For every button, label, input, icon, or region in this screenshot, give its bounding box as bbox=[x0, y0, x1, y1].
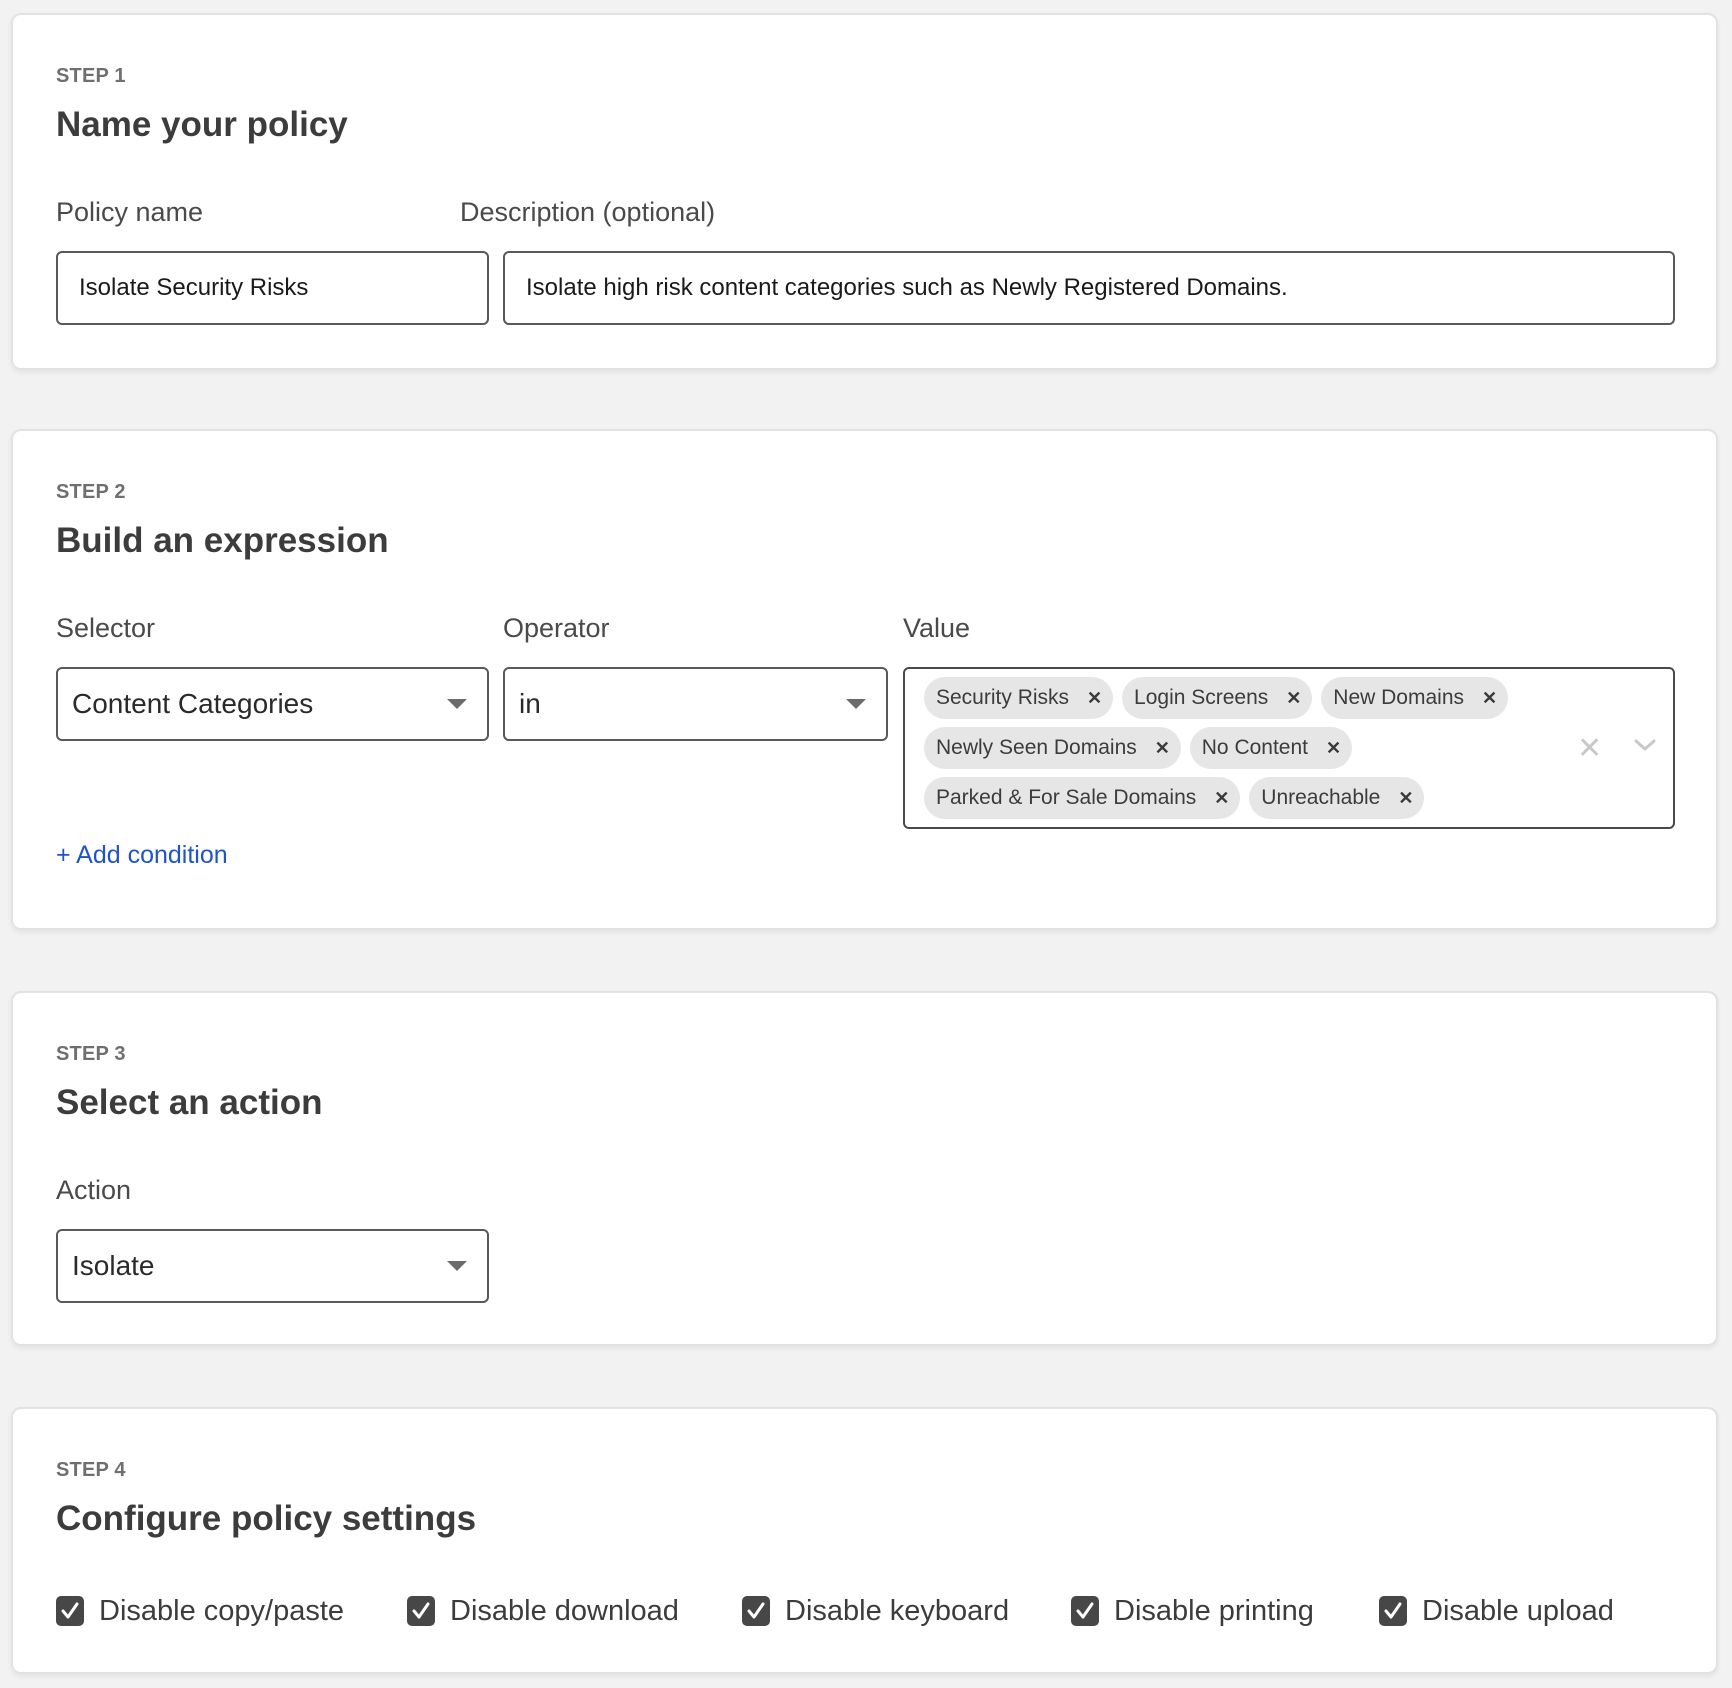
step2-card: STEP 2 Build an expression Selector Oper… bbox=[11, 429, 1718, 930]
checkbox-checked-icon[interactable] bbox=[56, 1596, 84, 1626]
step-label: STEP 3 bbox=[56, 1043, 126, 1065]
tag-label: Security Risks bbox=[936, 686, 1070, 709]
policy-name-label: Policy name bbox=[56, 197, 204, 227]
checkbox-label: Disable printing bbox=[1114, 1594, 1314, 1627]
remove-tag-icon[interactable]: ✕ bbox=[1398, 788, 1413, 809]
value-label: Value bbox=[903, 613, 971, 643]
policy-name-value: Isolate Security Risks bbox=[79, 274, 309, 301]
disable-copy-paste-checkbox[interactable]: Disable copy/paste bbox=[56, 1594, 344, 1628]
value-tag: Unreachable ✕ bbox=[1249, 777, 1425, 819]
section-title: Name your policy bbox=[56, 105, 348, 144]
remove-tag-icon[interactable]: ✕ bbox=[1214, 788, 1229, 809]
description-label: Description (optional) bbox=[460, 197, 716, 227]
tag-label: New Domains bbox=[1333, 686, 1465, 709]
caret-down-icon bbox=[447, 1261, 467, 1271]
checkbox-label: Disable copy/paste bbox=[99, 1594, 345, 1627]
disable-keyboard-checkbox[interactable]: Disable keyboard bbox=[742, 1594, 1009, 1628]
action-label: Action bbox=[56, 1175, 132, 1205]
value-tag: Parked & For Sale Domains ✕ bbox=[924, 777, 1241, 819]
disable-upload-checkbox[interactable]: Disable upload bbox=[1379, 1594, 1614, 1628]
checkbox-label: Disable download bbox=[450, 1594, 679, 1627]
checkbox-label: Disable keyboard bbox=[785, 1594, 1010, 1627]
step4-card: STEP 4 Configure policy settings Disable… bbox=[11, 1407, 1718, 1674]
value-tag: New Domains ✕ bbox=[1321, 677, 1509, 719]
step-label: STEP 1 bbox=[56, 65, 126, 87]
operator-dropdown[interactable]: in bbox=[503, 667, 888, 741]
chevron-down-icon[interactable] bbox=[1631, 731, 1659, 759]
operator-value: in bbox=[519, 688, 541, 719]
caret-down-icon bbox=[846, 699, 866, 709]
disable-download-checkbox[interactable]: Disable download bbox=[407, 1594, 679, 1628]
step1-card: STEP 1 Name your policy Policy name Desc… bbox=[11, 13, 1718, 370]
checkbox-label: Disable upload bbox=[1422, 1594, 1614, 1627]
remove-tag-icon[interactable]: ✕ bbox=[1286, 688, 1301, 709]
action-dropdown[interactable]: Isolate bbox=[56, 1229, 489, 1303]
caret-down-icon bbox=[447, 699, 467, 709]
tag-label: Parked & For Sale Domains bbox=[936, 786, 1197, 809]
checkbox-checked-icon[interactable] bbox=[1379, 1596, 1407, 1626]
description-input[interactable]: Isolate high risk content categories suc… bbox=[503, 251, 1675, 325]
section-title: Select an action bbox=[56, 1083, 323, 1122]
tag-label: Login Screens bbox=[1134, 686, 1269, 709]
value-tags: Security Risks ✕ Login Screens ✕ New Domai… bbox=[924, 677, 1524, 819]
disable-printing-checkbox[interactable]: Disable printing bbox=[1071, 1594, 1314, 1628]
step-label: STEP 4 bbox=[56, 1459, 126, 1481]
step3-card: STEP 3 Select an action Action Isolate bbox=[11, 991, 1718, 1346]
operator-label: Operator bbox=[503, 613, 610, 643]
selector-label: Selector bbox=[56, 613, 156, 643]
selector-value: Content Categories bbox=[72, 688, 314, 719]
selector-dropdown[interactable]: Content Categories bbox=[56, 667, 489, 741]
value-tag: No Content ✕ bbox=[1189, 727, 1352, 769]
remove-tag-icon[interactable]: ✕ bbox=[1326, 738, 1341, 759]
remove-tag-icon[interactable]: ✕ bbox=[1482, 688, 1497, 709]
add-condition-link[interactable]: + Add condition bbox=[56, 841, 228, 870]
tag-label: Unreachable bbox=[1261, 786, 1381, 809]
checkbox-checked-icon[interactable] bbox=[742, 1596, 770, 1626]
value-multiselect[interactable]: Security Risks ✕ Login Screens ✕ New Domai… bbox=[903, 667, 1675, 829]
tag-label: Newly Seen Domains bbox=[936, 736, 1137, 759]
checkbox-checked-icon[interactable] bbox=[407, 1596, 435, 1626]
value-tag: Login Screens ✕ bbox=[1122, 677, 1313, 719]
remove-tag-icon[interactable]: ✕ bbox=[1087, 688, 1102, 709]
section-title: Configure policy settings bbox=[56, 1499, 477, 1538]
section-title: Build an expression bbox=[56, 521, 389, 560]
policy-name-input[interactable]: Isolate Security Risks bbox=[56, 251, 489, 325]
value-tag: Newly Seen Domains ✕ bbox=[924, 727, 1181, 769]
value-tag: Security Risks ✕ bbox=[924, 677, 1114, 719]
action-value: Isolate bbox=[72, 1250, 155, 1281]
tag-label: No Content bbox=[1201, 736, 1308, 759]
step-label: STEP 2 bbox=[56, 481, 126, 503]
remove-tag-icon[interactable]: ✕ bbox=[1155, 738, 1170, 759]
checkbox-checked-icon[interactable] bbox=[1071, 1596, 1099, 1626]
description-value: Isolate high risk content categories suc… bbox=[526, 274, 1288, 301]
clear-all-icon[interactable]: ✕ bbox=[1577, 731, 1602, 766]
